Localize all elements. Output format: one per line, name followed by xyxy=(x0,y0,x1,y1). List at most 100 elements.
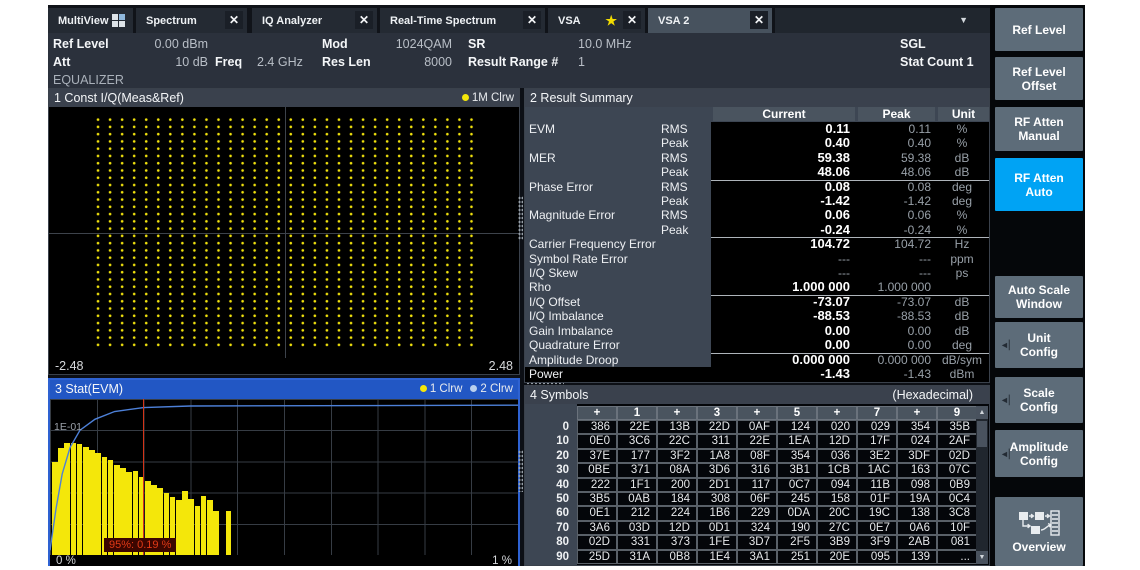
ref-level-value[interactable]: 0.00 dBm xyxy=(133,37,208,51)
symbols-header-row: +1+3+5+7+9 xyxy=(525,406,977,420)
symbol-cell: 2F5 xyxy=(777,535,817,549)
symbols-row-label: 60 xyxy=(525,506,569,520)
result-summary-row: Peak-1.42-1.42deg xyxy=(525,194,989,208)
symbols-scrollbar[interactable]: ▲ ▼ xyxy=(976,406,988,564)
softkey-scale-config[interactable]: ◄▏Scale Config xyxy=(995,377,1083,423)
symbol-cell: 03D xyxy=(617,521,657,535)
stat-count[interactable]: Stat Count 1 xyxy=(900,55,974,69)
softkey-label: Overview xyxy=(1012,540,1065,554)
symbols-row-label: 80 xyxy=(525,535,569,549)
close-icon[interactable]: ✕ xyxy=(750,11,768,29)
result-summary-row: Carrier Frequency Error104.72104.72Hz xyxy=(525,237,989,251)
symbol-cell: 117 xyxy=(737,478,777,492)
symbol-cell: 163 xyxy=(897,463,937,477)
column-header-peak: Peak xyxy=(858,107,935,121)
window1-trace-legend[interactable]: 1M Clrw xyxy=(454,89,514,107)
symbol-cell: 245 xyxy=(777,492,817,506)
symbol-cell: 184 xyxy=(657,492,697,506)
mod-label[interactable]: Mod xyxy=(322,37,348,51)
symbols-row-label: 40 xyxy=(525,478,569,492)
att-label[interactable]: Att xyxy=(53,55,70,69)
result-summary-row: Peak48.0648.06dB xyxy=(525,165,989,179)
softkey-ref-level-offset[interactable]: Ref Level Offset xyxy=(995,57,1083,100)
softkey-rf-atten-auto[interactable]: RF Atten Auto xyxy=(995,158,1083,211)
window2-title-bar[interactable]: 2 Result Summary xyxy=(525,89,989,107)
symbol-cell: 222 xyxy=(577,478,617,492)
symbol-cell: 1A8 xyxy=(697,449,737,463)
symbol-cell: 354 xyxy=(777,449,817,463)
symbol-cell: 324 xyxy=(737,521,777,535)
freq-value[interactable]: 2.4 GHz xyxy=(257,55,303,69)
symbol-cell: 3B5 xyxy=(577,492,617,506)
symbol-cell: 20C xyxy=(817,506,857,520)
symbol-cell: 25D xyxy=(577,550,617,564)
tab-real-time-spectrum[interactable]: Real-Time Spectrum ✕ xyxy=(380,8,545,33)
symbol-cell: 177 xyxy=(617,449,657,463)
symbol-cell: 371 xyxy=(617,463,657,477)
vertical-splitter-grip[interactable] xyxy=(518,196,523,240)
scrollbar-thumb[interactable] xyxy=(977,421,987,447)
window3-trace-legend[interactable]: 1 Clrw2 Clrw xyxy=(412,380,513,398)
window3-title-bar[interactable]: 3 Stat(EVM) 1 Clrw2 Clrw xyxy=(50,380,518,399)
result-summary-row: Peak-0.24-0.24% xyxy=(525,223,989,237)
symbol-cell: 308 xyxy=(697,492,737,506)
window1-title-bar[interactable]: 1 Const I/Q(Meas&Ref) 1M Clrw xyxy=(49,89,519,107)
mod-value[interactable]: 1024QAM xyxy=(348,37,452,51)
horizontal-splitter-grip[interactable] xyxy=(526,382,564,386)
tab-vsa[interactable]: VSA ★ ✕ xyxy=(548,8,645,33)
symbol-cell: 2AF xyxy=(937,434,977,448)
symbol-cell: 08F xyxy=(737,449,777,463)
symbol-cell: 0DA xyxy=(777,506,817,520)
tab-vsa2-active[interactable]: VSA 2 ✕ xyxy=(648,8,772,33)
symbol-cell: 17F xyxy=(857,434,897,448)
symbol-cell: 3E2 xyxy=(857,449,897,463)
symbols-column-header: 1 xyxy=(617,406,657,420)
close-icon[interactable]: ✕ xyxy=(623,11,641,29)
scroll-down-icon[interactable]: ▼ xyxy=(976,551,988,564)
sr-value[interactable]: 10.0 MHz xyxy=(578,37,632,51)
result-summary-row: I/Q Imbalance-88.53-88.53dB xyxy=(525,309,989,323)
symbol-cell: 22D xyxy=(697,420,737,434)
tab-label: VSA xyxy=(558,15,581,27)
tab-iq-analyzer[interactable]: IQ Analyzer ✕ xyxy=(252,8,377,33)
symbol-cell: 3C6 xyxy=(617,434,657,448)
sr-label[interactable]: SR xyxy=(468,37,485,51)
tab-strip-spacer: ▼ xyxy=(775,8,990,33)
att-value[interactable]: 10 dB xyxy=(133,55,208,69)
softkey-amplitude-config[interactable]: ◄▏Amplitude Config xyxy=(995,430,1083,477)
symbol-cell: 22C xyxy=(657,434,697,448)
window3-title: 3 Stat(EVM) xyxy=(55,380,123,399)
ref-level-label[interactable]: Ref Level xyxy=(53,37,109,51)
tab-multiview[interactable]: MultiView xyxy=(48,8,133,33)
result-summary-row: Gain Imbalance0.000.00dB xyxy=(525,324,989,338)
symbols-column-header: + xyxy=(577,406,617,420)
softkey-unit-config[interactable]: ◄▏Unit Config xyxy=(995,322,1083,368)
result-range-label[interactable]: Result Range # xyxy=(468,55,558,69)
close-icon[interactable]: ✕ xyxy=(355,11,373,29)
res-len-value[interactable]: 8000 xyxy=(348,55,452,69)
softkey-overview[interactable]: Overview xyxy=(995,497,1083,566)
x-min-label: 0 % xyxy=(56,555,76,566)
trace1-dot-icon xyxy=(420,385,427,392)
scroll-up-icon[interactable]: ▲ xyxy=(976,406,988,419)
result-summary-rows: EVMRMS0.110.11%Peak0.400.40%MERRMS59.385… xyxy=(525,122,989,381)
softkey-auto-scale-window[interactable]: Auto Scale Window xyxy=(995,276,1083,318)
symbol-cell: 029 xyxy=(857,420,897,434)
softkey-ref-level[interactable]: Ref Level xyxy=(995,8,1083,51)
close-icon[interactable]: ✕ xyxy=(523,11,541,29)
vertical-splitter-grip[interactable] xyxy=(518,450,523,492)
chevron-down-icon[interactable]: ▼ xyxy=(959,15,968,25)
symbols-row-label: 90 xyxy=(525,550,569,564)
result-range-value[interactable]: 1 xyxy=(578,55,585,69)
freq-label[interactable]: Freq xyxy=(215,55,242,69)
multiview-grid-icon xyxy=(112,14,125,27)
window4-title-bar[interactable]: 4 Symbols (Hexadecimal) xyxy=(525,386,989,404)
symbols-row-label: 0 xyxy=(525,420,569,434)
trace1-label: 1 Clrw xyxy=(430,383,463,395)
close-icon[interactable]: ✕ xyxy=(225,11,243,29)
sweep-mode-sgl[interactable]: SGL xyxy=(900,37,926,51)
tab-spectrum[interactable]: Spectrum ✕ xyxy=(136,8,247,33)
symbol-cell: 1E4 xyxy=(697,550,737,564)
softkey-rf-atten-manual[interactable]: RF Atten Manual xyxy=(995,107,1083,151)
symbol-cell: 1F1 xyxy=(617,478,657,492)
